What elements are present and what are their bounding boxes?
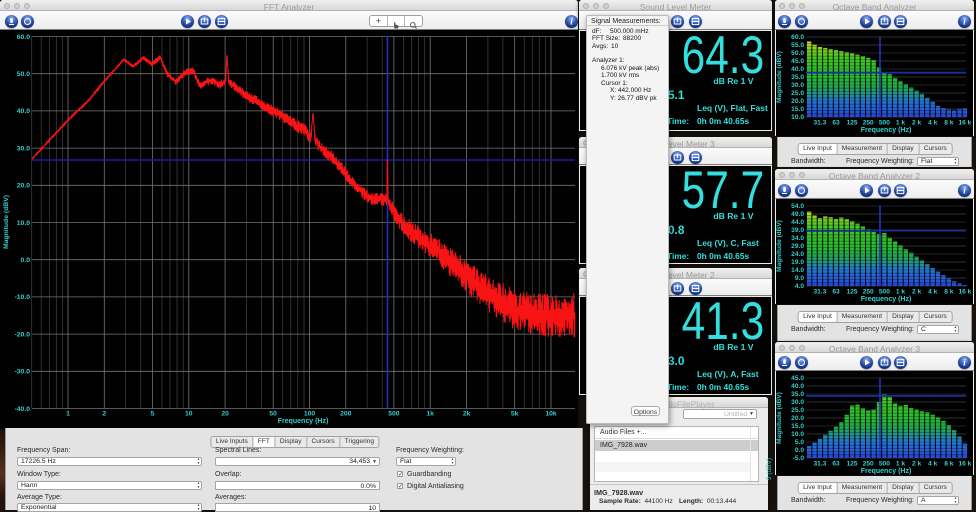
svg-text:250: 250 [863, 461, 874, 468]
svg-text:16 k: 16 k [958, 120, 971, 127]
svg-text:250: 250 [863, 120, 874, 127]
svg-text:20.0: 20.0 [791, 98, 804, 105]
svg-text:1 k: 1 k [896, 120, 905, 127]
svg-text:4 k: 4 k [928, 289, 937, 296]
svg-text:10: 10 [185, 411, 193, 418]
svg-text:100: 100 [304, 411, 316, 418]
svg-text:9.0: 9.0 [795, 275, 804, 282]
svg-text:39.0: 39.0 [791, 227, 804, 234]
svg-text:Frequency (Hz): Frequency (Hz) [861, 127, 912, 134]
svg-text:16 k: 16 k [958, 289, 971, 296]
svg-text:500: 500 [879, 461, 890, 468]
svg-text:5k: 5k [511, 411, 519, 418]
svg-text:Frequency (Hz): Frequency (Hz) [861, 296, 912, 303]
svg-text:1k: 1k [426, 411, 434, 418]
svg-text:30.0: 30.0 [791, 82, 804, 89]
svg-text:8 k: 8 k [944, 120, 953, 127]
svg-text:60.0: 60.0 [17, 34, 30, 41]
svg-text:2 k: 2 k [912, 120, 921, 127]
svg-text:15.0: 15.0 [791, 423, 804, 430]
svg-text:44.0: 44.0 [791, 219, 804, 226]
svg-text:0.0: 0.0 [795, 447, 804, 454]
svg-text:20.0: 20.0 [17, 183, 30, 190]
svg-text:31.3: 31.3 [813, 461, 826, 468]
svg-text:40.0: 40.0 [791, 383, 804, 390]
svg-text:8 k: 8 k [944, 289, 953, 296]
svg-text:5: 5 [151, 411, 155, 418]
svg-text:63: 63 [832, 120, 840, 127]
svg-text:35.0: 35.0 [791, 391, 804, 398]
svg-text:24.0: 24.0 [791, 251, 804, 258]
svg-text:250: 250 [863, 289, 874, 296]
svg-text:500: 500 [388, 411, 400, 418]
svg-text:55.0: 55.0 [791, 42, 804, 49]
svg-text:14.0: 14.0 [791, 267, 804, 274]
svg-text:30.0: 30.0 [791, 399, 804, 406]
svg-text:5.0: 5.0 [795, 439, 804, 446]
svg-text:-40.0: -40.0 [15, 406, 31, 413]
svg-text:29.0: 29.0 [791, 243, 804, 250]
svg-text:50.0: 50.0 [791, 50, 804, 57]
svg-text:20: 20 [221, 411, 229, 418]
svg-text:54.0: 54.0 [791, 203, 804, 210]
svg-text:500: 500 [879, 289, 890, 296]
svg-text:63: 63 [832, 461, 840, 468]
svg-text:-20.0: -20.0 [15, 331, 31, 338]
svg-text:40.0: 40.0 [791, 66, 804, 73]
svg-text:34.0: 34.0 [791, 235, 804, 242]
svg-text:Frequency (Hz): Frequency (Hz) [861, 468, 912, 475]
svg-text:10.0: 10.0 [791, 114, 804, 121]
svg-text:Magnitude (dBV): Magnitude (dBV) [776, 392, 783, 444]
svg-text:125: 125 [847, 461, 858, 468]
svg-text:45.0: 45.0 [791, 375, 804, 382]
svg-text:Magnitude (dBV): Magnitude (dBV) [776, 220, 783, 272]
svg-text:10.0: 10.0 [17, 220, 30, 227]
svg-text:19.0: 19.0 [791, 259, 804, 266]
svg-text:4 k: 4 k [928, 461, 937, 468]
svg-text:1: 1 [66, 411, 70, 418]
svg-text:8 k: 8 k [944, 461, 953, 468]
svg-text:50.0: 50.0 [17, 71, 30, 78]
svg-text:200: 200 [340, 411, 352, 418]
svg-text:125: 125 [847, 289, 858, 296]
svg-text:2: 2 [102, 411, 106, 418]
svg-text:20.0: 20.0 [791, 415, 804, 422]
svg-text:-10.0: -10.0 [15, 294, 31, 301]
svg-text:45.0: 45.0 [791, 58, 804, 65]
svg-text:63: 63 [832, 289, 840, 296]
svg-text:0.0: 0.0 [21, 257, 31, 264]
svg-text:49.0: 49.0 [791, 211, 804, 218]
svg-text:500: 500 [879, 120, 890, 127]
svg-text:60.0: 60.0 [791, 34, 804, 41]
svg-text:25.0: 25.0 [791, 407, 804, 414]
svg-text:50: 50 [269, 411, 277, 418]
svg-text:15.0: 15.0 [791, 106, 804, 113]
svg-text:30.0: 30.0 [17, 145, 30, 152]
svg-text:Frequency (Hz): Frequency (Hz) [278, 418, 329, 425]
svg-text:Magnitude (dBV): Magnitude (dBV) [776, 51, 783, 103]
svg-text:16 k: 16 k [958, 461, 971, 468]
svg-text:25.0: 25.0 [791, 90, 804, 97]
svg-text:1 k: 1 k [896, 289, 905, 296]
svg-text:35.0: 35.0 [791, 74, 804, 81]
svg-text:1 k: 1 k [896, 461, 905, 468]
svg-text:-30.0: -30.0 [15, 369, 31, 376]
svg-text:10.0: 10.0 [791, 431, 804, 438]
svg-text:40.0: 40.0 [17, 108, 30, 115]
svg-text:2 k: 2 k [912, 461, 921, 468]
svg-text:4 k: 4 k [928, 120, 937, 127]
svg-text:31.3: 31.3 [813, 289, 826, 296]
svg-text:125: 125 [847, 120, 858, 127]
svg-text:2k: 2k [463, 411, 471, 418]
svg-text:31.3: 31.3 [813, 120, 826, 127]
svg-text:4.0: 4.0 [795, 283, 804, 290]
svg-text:Magnitude (dBV): Magnitude (dBV) [3, 195, 10, 249]
svg-text:-5.0: -5.0 [793, 455, 805, 462]
svg-text:10k: 10k [545, 411, 557, 418]
svg-text:2 k: 2 k [912, 289, 921, 296]
